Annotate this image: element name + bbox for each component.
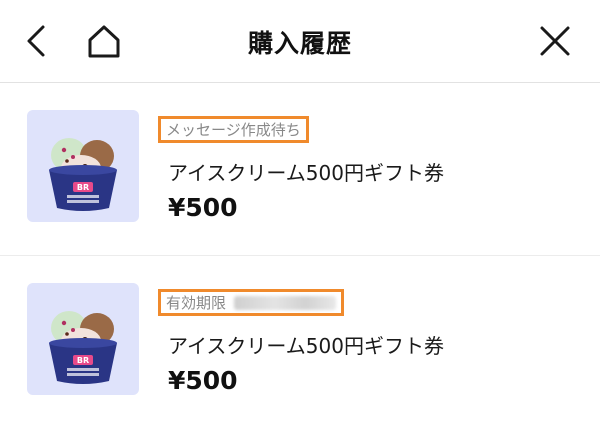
close-button[interactable] <box>535 19 575 63</box>
product-name: アイスクリーム500円ギフト券 <box>168 161 444 185</box>
close-icon <box>540 26 570 56</box>
list-item[interactable]: BR 有効期限 アイスクリーム500円ギフト券 ¥500 <box>0 255 600 428</box>
product-thumbnail: BR <box>27 110 139 222</box>
list-item[interactable]: BR メッセージ作成待ち アイスクリーム500円ギフト券 ¥500 <box>0 83 600 255</box>
expiry-badge: 有効期限 <box>158 289 345 316</box>
product-price: ¥500 <box>168 193 238 222</box>
svg-text:BR: BR <box>77 356 89 365</box>
svg-text:BR: BR <box>77 183 89 192</box>
status-badge: メッセージ作成待ち <box>158 116 309 143</box>
app-header: 購入履歴 <box>0 0 600 83</box>
redacted-date <box>234 295 337 310</box>
page-title: 購入履歴 <box>247 29 352 58</box>
ice-cream-cup-icon: BR <box>49 138 117 211</box>
product-thumbnail: BR <box>27 283 139 395</box>
product-price: ¥500 <box>168 366 238 395</box>
product-name: アイスクリーム500円ギフト券 <box>168 334 444 358</box>
ice-cream-cup-icon: BR <box>49 311 117 384</box>
